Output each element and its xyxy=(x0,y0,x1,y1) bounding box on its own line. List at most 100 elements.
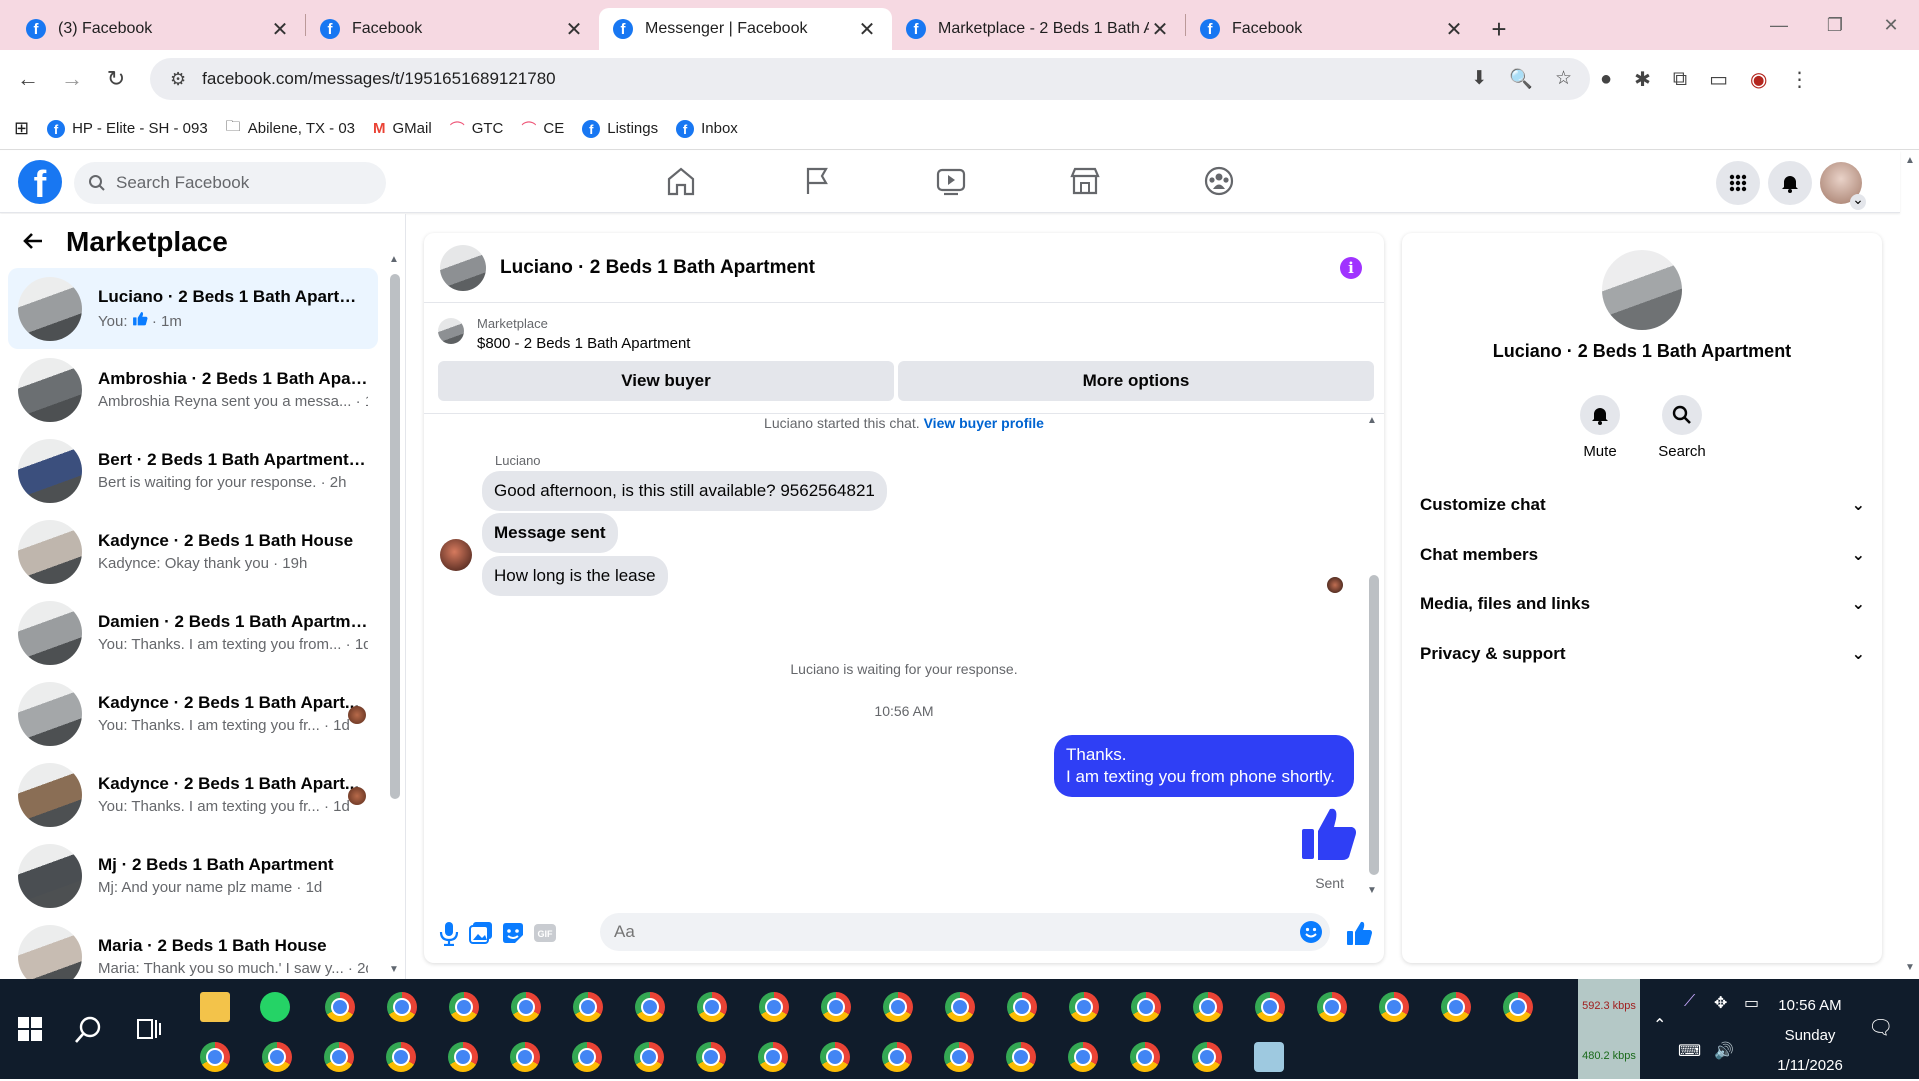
sender-avatar[interactable] xyxy=(440,539,472,571)
page-scroll-down-arrow[interactable]: ▼ xyxy=(1905,962,1915,973)
list-scroll-down-arrow[interactable]: ▼ xyxy=(389,964,399,975)
restore-icon[interactable]: ❐ xyxy=(1807,0,1863,50)
thread-item[interactable]: Ambroshia · 2 Beds 1 Bath Apart... Ambros… xyxy=(8,349,378,430)
back-arrow-icon[interactable]: ← xyxy=(6,66,50,92)
chrome-icon[interactable] xyxy=(1192,1042,1222,1072)
thread-item[interactable]: Kadynce · 2 Beds 1 Bath Apart... You: Tha… xyxy=(8,673,378,754)
bookmark-folder[interactable]: 🗀 Abilene, TX - 03 xyxy=(226,116,355,141)
microphone-icon[interactable] xyxy=(438,920,464,947)
media-files-links-section[interactable]: Media, files and links ⌄ xyxy=(1420,594,1865,614)
chrome-icon[interactable] xyxy=(324,1042,354,1072)
chrome-icon[interactable] xyxy=(449,992,479,1022)
dropbox-icon[interactable]: ✥ xyxy=(1714,993,1727,1013)
chrome-icon[interactable] xyxy=(882,1042,912,1072)
browser-tab-4[interactable]: f Marketplace - 2 Beds 1 Bath Ap ✕ xyxy=(892,8,1185,50)
chrome-icon[interactable] xyxy=(573,992,603,1022)
view-buyer-button[interactable]: View buyer xyxy=(438,361,894,401)
reload-icon[interactable]: ↻ xyxy=(94,66,138,92)
list-scroll-up-arrow[interactable]: ▲ xyxy=(389,254,399,265)
chrome-icon[interactable] xyxy=(758,1042,788,1072)
customize-chat-section[interactable]: Customize chat ⌄ xyxy=(1420,495,1865,515)
thread-item[interactable]: Damien · 2 Beds 1 Bath Apartme... You: Th… xyxy=(8,592,378,673)
chrome-icon[interactable] xyxy=(696,1042,726,1072)
more-options-button[interactable]: More options xyxy=(898,361,1374,401)
chrome-icon[interactable] xyxy=(697,992,727,1022)
chrome-icon[interactable] xyxy=(1130,1042,1160,1072)
chat-title[interactable]: Luciano · 2 Beds 1 Bath Apartment xyxy=(500,257,815,279)
like-send-icon[interactable] xyxy=(1346,920,1372,946)
privacy-support-section[interactable]: Privacy & support ⌄ xyxy=(1420,644,1865,664)
photo-icon[interactable] xyxy=(468,920,494,946)
browser-tab-2[interactable]: f Facebook ✕ xyxy=(306,8,599,50)
emoji-icon[interactable] xyxy=(1300,921,1322,943)
flag-icon[interactable] xyxy=(800,165,840,199)
video-icon[interactable] xyxy=(934,165,974,199)
search-action[interactable]: Search xyxy=(1652,395,1712,460)
chrome-icon[interactable] xyxy=(759,992,789,1022)
message-input[interactable] xyxy=(600,913,1330,951)
incoming-message[interactable]: Message sent xyxy=(482,513,618,553)
view-buyer-profile-link[interactable]: View buyer profile xyxy=(924,415,1044,431)
search-icon[interactable] xyxy=(1662,395,1702,435)
chrome-icon[interactable] xyxy=(200,1042,230,1072)
app-icon[interactable] xyxy=(1254,1042,1284,1072)
thread-item[interactable]: Kadynce · 2 Beds 1 Bath House Kadynce: Ok… xyxy=(8,511,378,592)
bookmark-item[interactable]: M GMail xyxy=(373,120,432,137)
chrome-icon[interactable] xyxy=(1441,992,1471,1022)
chat-members-section[interactable]: Chat members ⌄ xyxy=(1420,545,1865,565)
thread-item[interactable]: Mj · 2 Beds 1 Bath Apartment Mj: And your… xyxy=(8,835,378,916)
chrome-icon[interactable] xyxy=(634,1042,664,1072)
tray-chevron-up-icon[interactable]: ⌃ xyxy=(1653,1015,1666,1035)
thread-item[interactable]: Bert · 2 Beds 1 Bath Apartment f... Bert … xyxy=(8,430,378,511)
url-text[interactable]: facebook.com/messages/t/1951651689121780 xyxy=(202,69,555,89)
bookmark-item[interactable]: ⌒ CE xyxy=(521,118,564,139)
network-icon[interactable]: ⌨ xyxy=(1678,1041,1701,1061)
extension-icon[interactable]: ✱ xyxy=(1634,67,1651,92)
chrome-icon[interactable] xyxy=(1193,992,1223,1022)
install-app-icon[interactable]: ⬇ xyxy=(1471,67,1487,91)
thread-item[interactable]: Luciano · 2 Beds 1 Bath Apartme... You: ·… xyxy=(8,268,378,349)
chat-scroll-up-arrow[interactable]: ▲ xyxy=(1367,415,1377,426)
info-icon[interactable]: i xyxy=(1340,257,1362,279)
listing-photo[interactable] xyxy=(1602,250,1682,330)
bookmark-star-icon[interactable]: ☆ xyxy=(1555,67,1572,91)
chrome-icon[interactable] xyxy=(1131,992,1161,1022)
close-icon[interactable]: ✕ xyxy=(269,17,291,42)
windows-start-icon[interactable] xyxy=(18,1017,42,1046)
whatsapp-icon[interactable] xyxy=(260,992,290,1022)
file-explorer-icon[interactable] xyxy=(200,992,230,1022)
incoming-message[interactable]: How long is the lease xyxy=(482,556,668,596)
volume-icon[interactable]: 🔊 xyxy=(1714,1041,1734,1061)
chrome-icon[interactable] xyxy=(1006,1042,1036,1072)
chrome-icon[interactable] xyxy=(820,1042,850,1072)
menu-grid-button[interactable] xyxy=(1716,161,1760,205)
gif-icon[interactable]: GIF xyxy=(532,920,558,946)
incoming-message[interactable]: Good afternoon, is this still available?… xyxy=(482,471,887,511)
bookmark-item[interactable]: f Listings xyxy=(582,119,658,138)
listing-thumbnail[interactable] xyxy=(440,244,486,291)
apps-grid-icon[interactable]: ⊞ xyxy=(14,118,29,139)
forward-arrow-icon[interactable]: → xyxy=(50,66,94,92)
facebook-logo-icon[interactable]: f xyxy=(18,160,62,204)
groups-icon[interactable] xyxy=(1202,165,1242,199)
chrome-icon[interactable] xyxy=(883,992,913,1022)
chrome-icon[interactable] xyxy=(945,992,975,1022)
chrome-icon[interactable] xyxy=(511,992,541,1022)
chrome-icon[interactable] xyxy=(1503,992,1533,1022)
tab-search-icon[interactable]: ▭ xyxy=(1709,67,1728,92)
chrome-icon[interactable] xyxy=(1007,992,1037,1022)
bookmark-item[interactable]: f Inbox xyxy=(676,119,738,138)
sticker-icon[interactable] xyxy=(500,920,526,946)
browser-tab-3-active[interactable]: f Messenger | Facebook ✕ xyxy=(599,8,892,50)
chrome-icon[interactable] xyxy=(1379,992,1409,1022)
account-avatar[interactable] xyxy=(1820,162,1866,210)
chrome-icon[interactable] xyxy=(325,992,355,1022)
notifications-bell-button[interactable] xyxy=(1768,161,1812,205)
facebook-search-input[interactable]: Search Facebook xyxy=(74,162,386,204)
feather-app-icon[interactable]: ⟋ xyxy=(1684,993,1695,1011)
zoom-icon[interactable]: 🔍 xyxy=(1509,67,1533,91)
chrome-icon[interactable] xyxy=(572,1042,602,1072)
chrome-icon[interactable] xyxy=(262,1042,292,1072)
chat-scroll-down-arrow[interactable]: ▼ xyxy=(1367,885,1377,896)
close-icon[interactable]: ✕ xyxy=(1443,17,1465,42)
